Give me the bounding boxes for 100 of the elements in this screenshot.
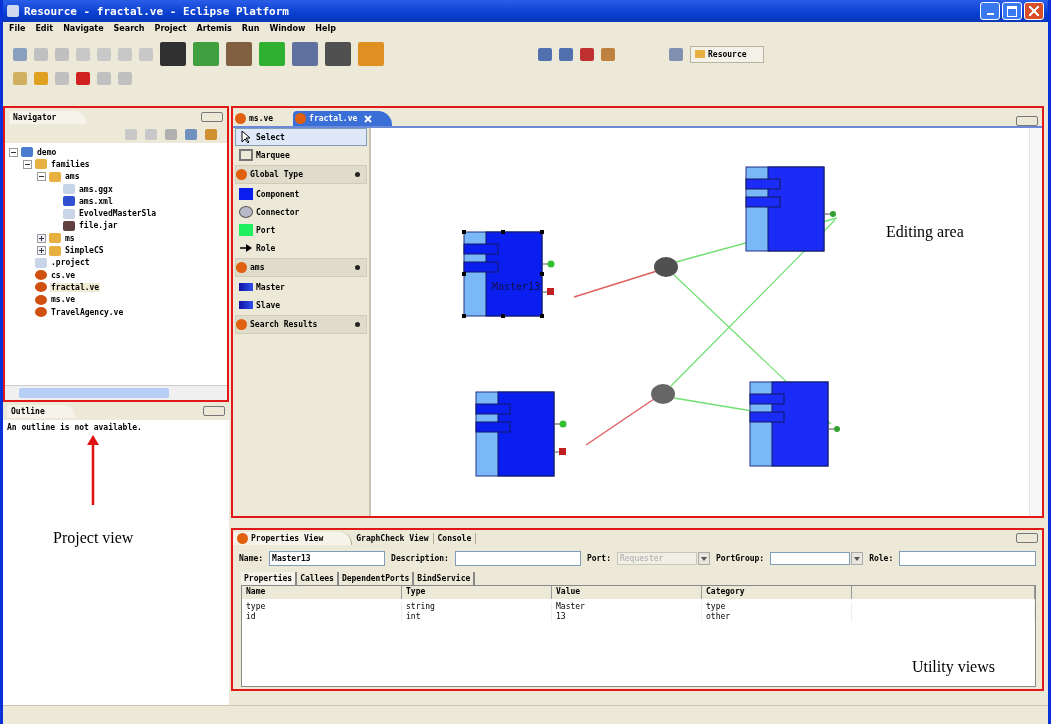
- expand-icon[interactable]: [37, 246, 46, 255]
- tree-item[interactable]: ams: [64, 172, 81, 182]
- menu-item[interactable]: Artemis: [196, 23, 232, 37]
- menu-item[interactable]: Window: [269, 23, 306, 37]
- view-controls-icon[interactable]: [1016, 533, 1038, 543]
- outline-message: An outline is not available.: [6, 421, 143, 434]
- tree-item[interactable]: ams.xml: [78, 196, 114, 206]
- toolbar-icon[interactable]: [601, 47, 615, 61]
- text-field[interactable]: [899, 551, 1036, 566]
- close-button[interactable]: [1024, 2, 1044, 20]
- annotation-arrow: [87, 435, 99, 505]
- file-icon: [35, 307, 47, 317]
- collapse-icon[interactable]: [9, 147, 18, 157]
- tree-item[interactable]: file.jar: [78, 221, 119, 231]
- component-node[interactable]: [475, 391, 555, 477]
- palette-item[interactable]: Port: [235, 221, 367, 239]
- tree-item[interactable]: cs.ve: [50, 270, 77, 280]
- tree-item[interactable]: demo: [36, 147, 58, 157]
- palette-item[interactable]: Slave: [235, 296, 367, 314]
- scrollbar[interactable]: [1029, 128, 1042, 516]
- minimize-button[interactable]: [980, 2, 1000, 20]
- column-header[interactable]: Type: [402, 586, 552, 599]
- tab[interactable]: Properties: [241, 572, 298, 585]
- view-tab[interactable]: Console: [433, 532, 477, 544]
- menu-item[interactable]: Project: [154, 23, 187, 37]
- annotation-label: Project view: [53, 529, 134, 547]
- file-icon: [63, 196, 75, 207]
- palette-item[interactable]: Connector: [235, 203, 367, 221]
- tree-item[interactable]: TravelAgency.ve: [50, 307, 125, 317]
- component-node[interactable]: [462, 230, 544, 318]
- tree-item[interactable]: SimpleCS: [64, 246, 105, 255]
- editor-tab[interactable]: ms.ve: [233, 111, 294, 126]
- palette-item[interactable]: Select: [235, 128, 367, 146]
- field-label: Role:: [869, 554, 894, 563]
- annotation-label: Utility views: [911, 658, 995, 676]
- connection-line: [585, 398, 655, 446]
- close-icon[interactable]: [364, 114, 373, 123]
- palette-drawer[interactable]: Search Results: [235, 315, 367, 334]
- connector-node[interactable]: [651, 384, 675, 404]
- column-header[interactable]: Category: [702, 586, 852, 599]
- menu-item[interactable]: Help: [315, 23, 336, 37]
- text-field[interactable]: Master13: [269, 551, 386, 566]
- table-cell: int: [402, 612, 552, 622]
- palette-drawer[interactable]: Global Type: [235, 165, 367, 184]
- view-tab[interactable]: GraphCheck View: [352, 532, 434, 544]
- open-perspective-icon[interactable]: [669, 47, 683, 61]
- tree-item[interactable]: EvolvedMasterSla: [78, 209, 158, 219]
- view-controls-icon[interactable]: [201, 112, 223, 122]
- field-label: PortGroup:: [716, 554, 765, 563]
- table-cell: id: [242, 612, 402, 622]
- view-controls-icon[interactable]: [203, 406, 225, 416]
- column-header[interactable]: Value: [552, 586, 702, 599]
- view-tab[interactable]: Outline: [7, 404, 75, 418]
- maximize-icon[interactable]: [1016, 116, 1038, 126]
- maximize-button[interactable]: [1002, 2, 1022, 20]
- menu-item[interactable]: Edit: [35, 23, 54, 37]
- column-header[interactable]: Name: [242, 586, 402, 599]
- toolbar-icon[interactable]: [559, 47, 573, 61]
- palette-item[interactable]: Role: [235, 239, 367, 257]
- tree-item[interactable]: fractal.ve: [50, 282, 101, 292]
- palette-drawer[interactable]: ams: [235, 258, 367, 277]
- toolbar-icon[interactable]: [580, 47, 594, 61]
- collapse-icon[interactable]: [23, 159, 32, 169]
- tree-item[interactable]: .project: [50, 258, 91, 268]
- text-field[interactable]: [454, 551, 581, 566]
- dropdown-field[interactable]: [770, 552, 851, 565]
- view-tab[interactable]: Properties View: [233, 531, 353, 545]
- perspective-button[interactable]: Resource: [690, 45, 764, 63]
- menu-item[interactable]: Search: [113, 23, 145, 37]
- square-icon: [239, 224, 253, 236]
- palette-item[interactable]: Master: [235, 278, 367, 296]
- scrollbar[interactable]: [5, 385, 227, 400]
- palette-item[interactable]: Component: [235, 185, 367, 203]
- component-node[interactable]: [749, 381, 829, 467]
- palette-item[interactable]: Marquee: [235, 146, 367, 164]
- tree-item[interactable]: ams.ggx: [78, 184, 114, 194]
- tree-item[interactable]: families: [50, 159, 91, 169]
- expand-icon[interactable]: [37, 233, 46, 243]
- toolbar-icon[interactable]: [185, 129, 197, 140]
- tree-item[interactable]: ms.ve: [50, 295, 77, 305]
- table-cell: other: [702, 612, 852, 622]
- table-cell: type: [242, 602, 402, 612]
- toolbar-icon[interactable]: [538, 47, 552, 61]
- menu-item[interactable]: Run: [241, 23, 260, 37]
- tree-item[interactable]: ms: [64, 233, 76, 243]
- component-icon: [239, 283, 253, 291]
- window-title: Resource - fractal.ve - Eclipse Platform: [24, 4, 289, 18]
- editor-tab[interactable]: fractal.ve: [293, 111, 393, 126]
- ellipse-icon: [239, 206, 253, 218]
- component-label: Master13: [492, 281, 541, 292]
- toolbar-icon[interactable]: [13, 47, 27, 61]
- collapse-icon[interactable]: [37, 172, 46, 182]
- view-tab[interactable]: Navigator: [9, 110, 87, 124]
- menu-item[interactable]: File: [9, 23, 26, 37]
- component-node[interactable]: [745, 166, 825, 252]
- folder-icon: [49, 171, 61, 182]
- menu-item[interactable]: Navigate: [63, 23, 104, 37]
- connector-node[interactable]: [654, 257, 678, 277]
- square-icon: [239, 188, 253, 200]
- table-cell: type: [702, 602, 852, 612]
